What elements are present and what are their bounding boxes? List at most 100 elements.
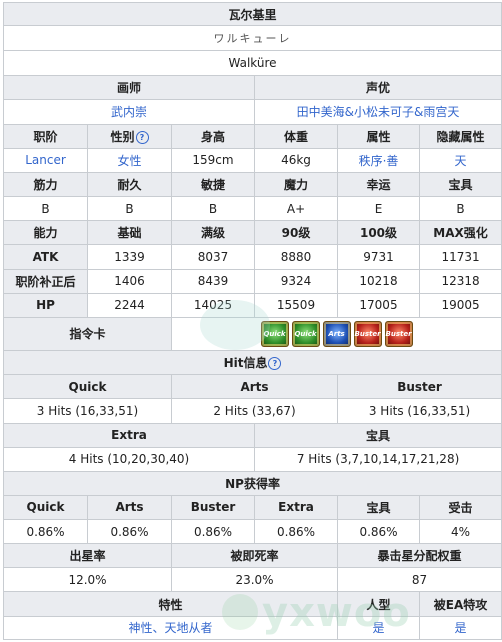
alignment-link[interactable]: 秩序·善 xyxy=(359,154,399,168)
hit-buster-header: Buster xyxy=(336,374,502,400)
np-quick-value: 0.86% xyxy=(3,519,88,545)
class-link[interactable]: Lancer xyxy=(25,153,66,167)
atk-fix-base: 1406 xyxy=(87,268,172,294)
np-rate-title: NP获得率 xyxy=(2,470,502,496)
level90-header: 90级 xyxy=(254,220,338,246)
illustrator-cell: 武内崇 xyxy=(3,98,255,125)
np-header: 宝具 xyxy=(418,172,502,198)
ability-header: 能力 xyxy=(3,220,88,246)
np-extra-header: Extra xyxy=(254,494,338,521)
illustrator-link[interactable]: 武内崇 xyxy=(111,105,147,119)
hp-max: 14025 xyxy=(171,292,255,318)
gender-header: 性别 xyxy=(110,129,135,144)
strength-value: B xyxy=(3,196,88,222)
weight-header: 体重 xyxy=(254,123,338,149)
atk-base: 1339 xyxy=(87,244,172,270)
buster-card-icon: Buster xyxy=(353,320,382,347)
hp-max-enhance: 19005 xyxy=(418,292,502,318)
atk-max-enhance: 11731 xyxy=(418,244,502,270)
hit-quick-header: Quick xyxy=(3,374,172,400)
np-extra-value: 0.86% xyxy=(254,519,338,545)
quick-card-icon: Quick xyxy=(291,320,320,347)
hit-np-value: 7 Hits (3,7,10,14,17,21,28) xyxy=(253,446,502,472)
hit-quick-value: 3 Hits (16,33,51) xyxy=(3,398,172,424)
hidden-attr-header: 隐藏属性 xyxy=(418,123,502,149)
command-cards-cell: Quick Quick Arts Buster Buster xyxy=(170,316,502,352)
max-enhance-header: MAX强化 xyxy=(418,220,502,246)
mana-value: A+ xyxy=(254,196,338,222)
weight-value: 46kg xyxy=(254,147,338,174)
quick-card-icon: Quick xyxy=(260,320,289,347)
humanoid-header: 人型 xyxy=(337,591,420,617)
hp-100: 17005 xyxy=(337,292,420,318)
agility-header: 敏捷 xyxy=(171,172,255,198)
gender-header-cell: 性别? xyxy=(87,123,172,149)
height-header: 身高 xyxy=(171,123,255,149)
hidden-attr-link[interactable]: 天 xyxy=(455,154,467,168)
help-icon[interactable]: ? xyxy=(135,130,149,144)
traits-link[interactable]: 神性、天地从者 xyxy=(128,621,212,635)
hit-arts-value: 2 Hits (33,67) xyxy=(171,398,338,424)
base-header: 基础 xyxy=(87,220,172,246)
hit-info-title: Hit信息 xyxy=(223,356,268,371)
star-weight-header: 暴击星分配权重 xyxy=(336,543,502,569)
command-cards-label: 指令卡 xyxy=(3,316,172,352)
np-np-value: 0.86% xyxy=(337,519,420,545)
strength-header: 筋力 xyxy=(3,172,88,198)
alignment-header: 属性 xyxy=(337,123,420,149)
atk-label: ATK xyxy=(3,244,88,270)
atk-fix-max: 8439 xyxy=(171,268,255,294)
voice-actors-link[interactable]: 田中美海&小松未可子&雨宫天 xyxy=(297,105,460,119)
atk-fix-label: 职阶补正后 xyxy=(3,268,88,294)
ea-link[interactable]: 是 xyxy=(455,621,467,635)
luck-header: 幸运 xyxy=(337,172,420,198)
luck-value: E xyxy=(337,196,420,222)
servant-name: 瓦尔基里 xyxy=(2,1,502,27)
voice-header: 声优 xyxy=(253,75,502,100)
gender-link[interactable]: 女性 xyxy=(117,154,141,168)
np-np-header: 宝具 xyxy=(337,494,420,521)
illustrator-header: 画师 xyxy=(3,75,255,100)
np-defense-header: 受击 xyxy=(418,494,502,521)
traits-header: 特性 xyxy=(3,591,338,617)
buster-card-icon: Buster xyxy=(384,320,413,347)
agility-value: B xyxy=(171,196,255,222)
np-buster-value: 0.86% xyxy=(171,519,255,545)
humanoid-link[interactable]: 是 xyxy=(372,621,384,635)
np-value: B xyxy=(418,196,502,222)
mana-header: 魔力 xyxy=(254,172,338,198)
atk-100: 9731 xyxy=(337,244,420,270)
servant-name-jp: ワルキューレ xyxy=(2,25,502,52)
hp-90: 15509 xyxy=(254,292,338,318)
np-defense-value: 4% xyxy=(418,519,502,545)
level100-header: 100级 xyxy=(337,220,420,246)
star-rate-value: 12.0% xyxy=(3,567,172,593)
atk-90: 8880 xyxy=(254,244,338,270)
arts-card-icon: Arts xyxy=(322,320,351,347)
hit-extra-value: 4 Hits (10,20,30,40) xyxy=(3,446,255,472)
hp-label: HP xyxy=(3,292,88,318)
max-level-header: 满级 xyxy=(171,220,255,246)
star-weight-value: 87 xyxy=(336,567,502,593)
hit-info-title-cell: Hit信息? xyxy=(2,350,502,376)
hp-base: 2244 xyxy=(87,292,172,318)
death-rate-value: 23.0% xyxy=(171,567,338,593)
atk-fix-100: 10218 xyxy=(337,268,420,294)
servant-info-table: 瓦尔基里 ワルキューレ Walküre 画师 声优 武内崇 田中美海&小松未可子… xyxy=(2,1,502,641)
servant-name-en: Walküre xyxy=(2,50,502,77)
help-icon[interactable]: ? xyxy=(268,357,282,371)
hit-arts-header: Arts xyxy=(171,374,338,400)
ea-header: 被EA特攻 xyxy=(418,591,502,617)
atk-fix-max-enhance: 12318 xyxy=(418,268,502,294)
class-header: 职阶 xyxy=(3,123,88,149)
atk-fix-90: 9324 xyxy=(254,268,338,294)
hit-buster-value: 3 Hits (16,33,51) xyxy=(336,398,502,424)
endurance-value: B xyxy=(87,196,172,222)
death-rate-header: 被即死率 xyxy=(171,543,338,569)
np-buster-header: Buster xyxy=(171,494,255,521)
star-rate-header: 出星率 xyxy=(3,543,172,569)
np-quick-header: Quick xyxy=(3,494,88,521)
atk-max: 8037 xyxy=(171,244,255,270)
np-arts-header: Arts xyxy=(87,494,172,521)
hit-extra-header: Extra xyxy=(3,422,255,448)
